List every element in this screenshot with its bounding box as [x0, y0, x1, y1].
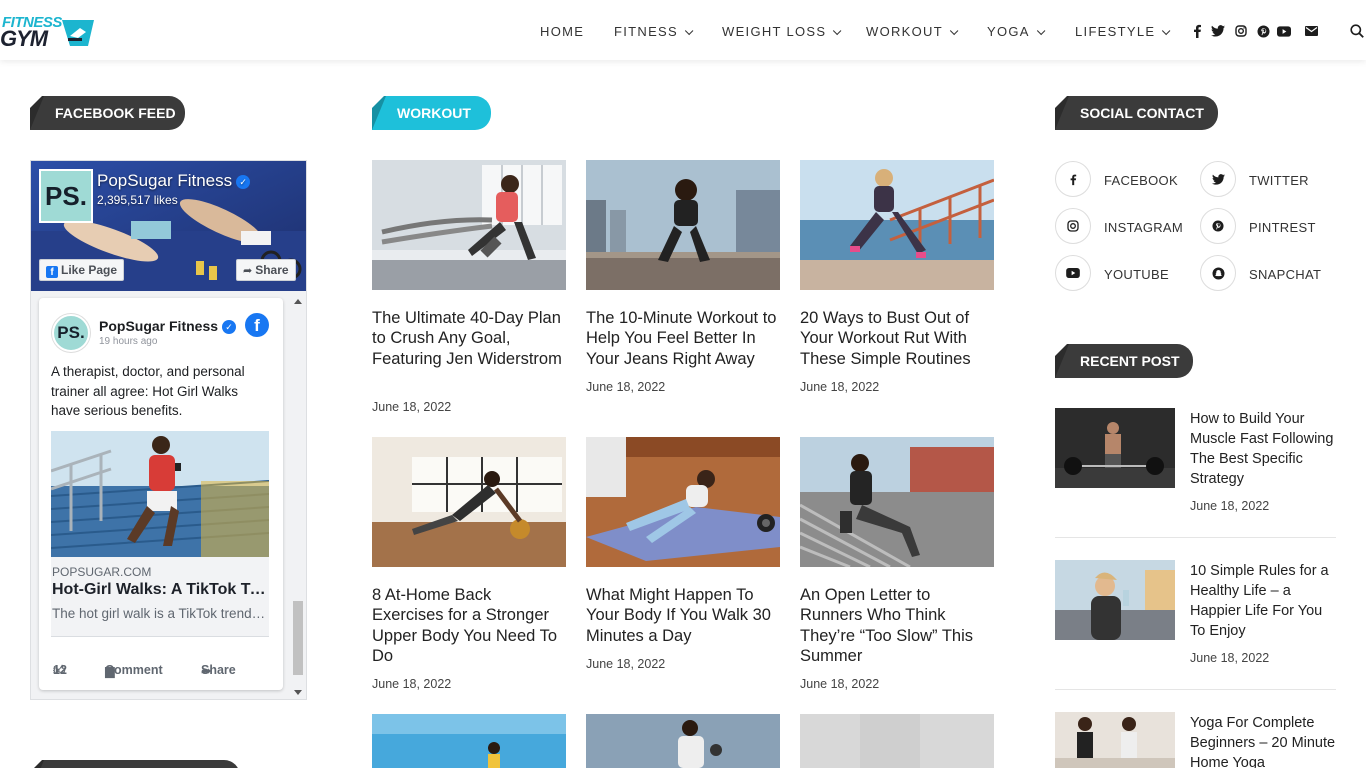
social-label: FACEBOOK [1104, 173, 1178, 188]
post-thumbnail[interactable] [372, 437, 566, 567]
youtube-icon [1055, 255, 1091, 291]
nav-workout[interactable]: WORKOUT [866, 24, 959, 39]
post-date: June 18, 2022 [372, 400, 452, 414]
post-avatar[interactable]: PS. [52, 314, 90, 352]
site-header: FITNESS GYM HOME FITNESS WEIGHT LOSS WOR… [0, 0, 1366, 60]
recent-post-date: June 18, 2022 [1190, 651, 1270, 665]
nav-fitness[interactable]: FITNESS [614, 24, 694, 39]
post-text: A therapist, doctor, and personal traine… [51, 364, 245, 418]
pinterest-icon[interactable] [1256, 24, 1270, 38]
chevron-down-icon [1036, 26, 1046, 36]
post-link-description: The hot girl walk is a TikTok trend wort… [52, 606, 268, 621]
social-label: SNAPCHAT [1249, 267, 1322, 282]
recent-post-title[interactable]: How to Build Your Muscle Fast Following … [1190, 409, 1340, 489]
post-date: June 18, 2022 [800, 677, 880, 691]
nav-yoga[interactable]: YOGA [987, 24, 1046, 39]
logo-line-2: GYM [0, 26, 48, 51]
social-label: TWITTER [1249, 173, 1309, 188]
chevron-down-icon [949, 26, 959, 36]
instagram-icon[interactable] [1234, 24, 1248, 38]
facebook-icon [1055, 161, 1091, 197]
youtube-icon[interactable] [1277, 24, 1291, 38]
post-thumbnail[interactable] [800, 714, 994, 768]
snapchat-icon [1200, 255, 1236, 291]
facebook-feed-widget: PS. PopSugar Fitness ✓ 2,395,517 likes fL… [30, 160, 307, 700]
instagram-icon [1055, 208, 1091, 244]
post-title[interactable]: An Open Letter to Runners Who Think They… [800, 585, 994, 666]
section-heading-social-contact: SOCIAL CONTACT [1055, 96, 1218, 130]
site-logo[interactable]: FITNESS GYM [0, 14, 100, 51]
recent-post-date: June 18, 2022 [1190, 499, 1270, 513]
facebook-icon[interactable]: f [245, 313, 269, 337]
post-date: June 18, 2022 [372, 677, 452, 691]
post-date: June 18, 2022 [586, 657, 666, 671]
facebook-icon: f [46, 266, 58, 278]
section-heading-workout[interactable]: WORKOUT [372, 96, 491, 130]
divider [1055, 537, 1336, 538]
fb-feed-scrollbar[interactable] [291, 295, 305, 699]
recent-post-title[interactable]: Yoga For Complete Beginners – 20 Minute … [1190, 713, 1340, 768]
fb-like-page-button[interactable]: f Like Page [39, 259, 125, 281]
search-icon[interactable] [1350, 24, 1364, 38]
nav-home[interactable]: HOME [540, 24, 584, 39]
post-link-title: Hot-Girl Walks: A TikTok Trend With Bene… [52, 581, 268, 598]
post-thumbnail[interactable] [372, 160, 566, 290]
section-heading-facebook-feed: FACEBOOK FEED [30, 96, 185, 130]
social-label: PINTREST [1249, 220, 1316, 235]
post-link-domain: POPSUGAR.COM [52, 565, 152, 579]
fb-post-card: PS. PopSugar Fitness ✓ 19 hours ago f A t… [39, 298, 283, 690]
recent-post-thumbnail[interactable] [1055, 712, 1175, 768]
fb-page-likes: 2,395,517 likes [97, 193, 178, 207]
chevron-down-icon [1162, 26, 1171, 36]
chevron-down-icon [833, 26, 842, 36]
logo-mark-icon [62, 20, 94, 46]
nav-weight-loss[interactable]: WEIGHT LOSS [722, 24, 842, 39]
mail-icon[interactable] [1304, 24, 1318, 38]
post-title[interactable]: The Ultimate 40-Day Plan to Crush Any Go… [372, 308, 566, 369]
fb-page-cover: PS. PopSugar Fitness ✓ 2,395,517 likes fL… [31, 161, 306, 291]
section-heading-recent-post: RECENT POST [1055, 344, 1193, 378]
chevron-down-icon [684, 26, 694, 36]
post-title[interactable]: The 10-Minute Workout to Help You Feel B… [586, 308, 780, 369]
recent-post-thumbnail[interactable] [1055, 560, 1175, 640]
post-thumbnail[interactable] [800, 160, 994, 290]
verified-badge-icon: ✓ [236, 174, 251, 189]
section-heading-partial [30, 760, 240, 768]
divider [1055, 689, 1336, 690]
post-image[interactable] [51, 431, 269, 557]
post-thumbnail[interactable] [800, 437, 994, 567]
fb-page-logo[interactable]: PS. [39, 169, 93, 223]
post-link-preview[interactable]: POPSUGAR.COM Hot-Girl Walks: A TikTok Tr… [51, 557, 269, 637]
recent-post-thumbnail[interactable] [1055, 408, 1175, 488]
pinterest-icon [1200, 208, 1236, 244]
twitter-icon[interactable] [1211, 24, 1225, 38]
fb-share-page-button[interactable]: ➦ Share [236, 259, 296, 281]
recent-post-title[interactable]: 10 Simple Rules for a Healthy Life – a H… [1190, 561, 1340, 641]
post-thumbnail[interactable] [586, 714, 780, 768]
post-title[interactable]: What Might Happen To Your Body If You Wa… [586, 585, 780, 646]
post-date: June 18, 2022 [586, 380, 666, 394]
post-title[interactable]: 20 Ways to Bust Out of Your Workout Rut … [800, 308, 994, 369]
twitter-icon [1200, 161, 1236, 197]
post-author[interactable]: PopSugar Fitness ✓ [99, 318, 237, 335]
scroll-up-icon[interactable] [294, 299, 302, 304]
post-title[interactable]: 8 At-Home Back Exercises for a Stronger … [372, 585, 566, 666]
facebook-icon[interactable] [1190, 24, 1204, 38]
scrollbar-thumb[interactable] [293, 601, 303, 675]
post-thumbnail[interactable] [372, 714, 566, 768]
post-thumbnail[interactable] [586, 160, 780, 290]
social-label: YOUTUBE [1104, 267, 1169, 282]
verified-badge-icon: ✓ [222, 320, 237, 335]
post-date: June 18, 2022 [800, 380, 880, 394]
post-thumbnail[interactable] [586, 437, 780, 567]
social-label: INSTAGRAM [1104, 220, 1184, 235]
scroll-down-icon[interactable] [294, 690, 302, 695]
share-arrow-icon: ➦ [243, 265, 253, 277]
fb-page-name[interactable]: PopSugar Fitness ✓ [97, 171, 251, 191]
post-timestamp[interactable]: 19 hours ago [99, 336, 157, 347]
nav-lifestyle[interactable]: LIFESTYLE [1075, 24, 1171, 39]
